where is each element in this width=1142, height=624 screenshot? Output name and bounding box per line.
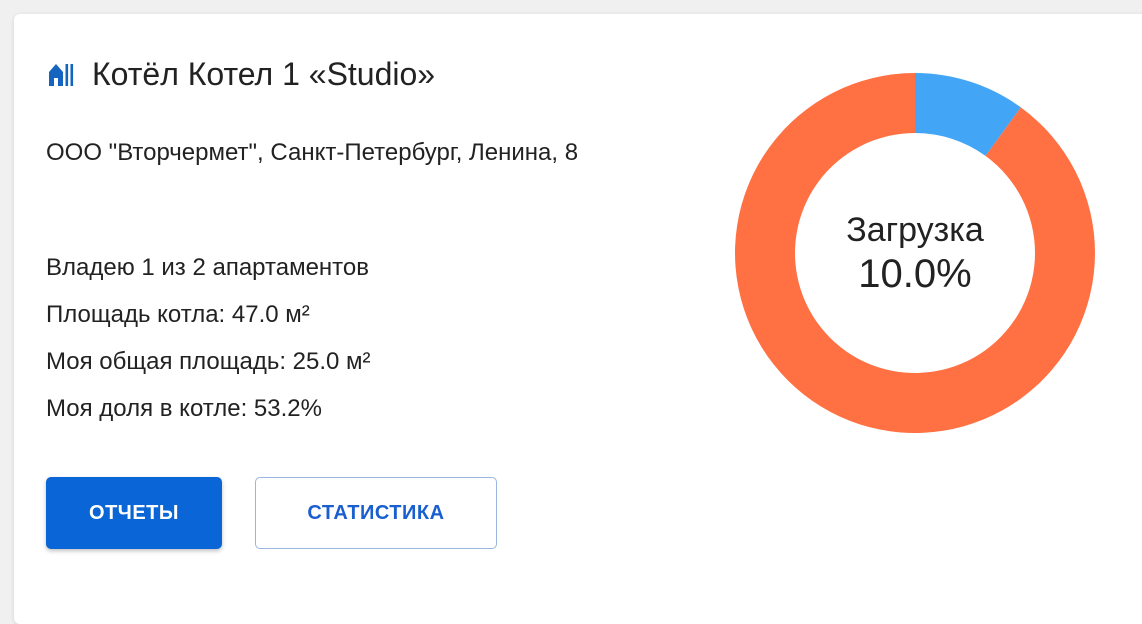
donut-caption: Загрузка	[846, 211, 984, 249]
donut-value: 10.0%	[858, 252, 972, 296]
stat-my-share: Моя доля в котле: 53.2%	[46, 395, 322, 422]
card-title: Котёл Котел 1 «Studio»	[92, 56, 436, 92]
donut-center-label: Загрузка 10.0%	[735, 73, 1095, 433]
card-header: Котёл Котел 1 «Studio»	[48, 54, 435, 94]
stats-list: Владею 1 из 2 апартаментов Площадь котла…	[46, 244, 371, 432]
stat-apartments: Владею 1 из 2 апартаментов	[46, 254, 369, 281]
stat-boiler-area: Площадь котла: 47.0 м²	[46, 301, 310, 328]
address-text: ООО "Вторчермет", Санкт-Петербург, Ленин…	[46, 139, 579, 166]
building-icon	[49, 64, 74, 86]
statistics-button[interactable]: СТАТИСТИКА	[255, 477, 497, 549]
reports-button[interactable]: ОТЧЕТЫ	[46, 477, 222, 549]
boiler-card: Котёл Котел 1 «Studio» ООО "Вторчермет",…	[14, 14, 1142, 624]
stat-my-area: Моя общая площадь: 25.0 м²	[46, 348, 371, 375]
load-donut-chart: Загрузка 10.0%	[735, 73, 1095, 433]
